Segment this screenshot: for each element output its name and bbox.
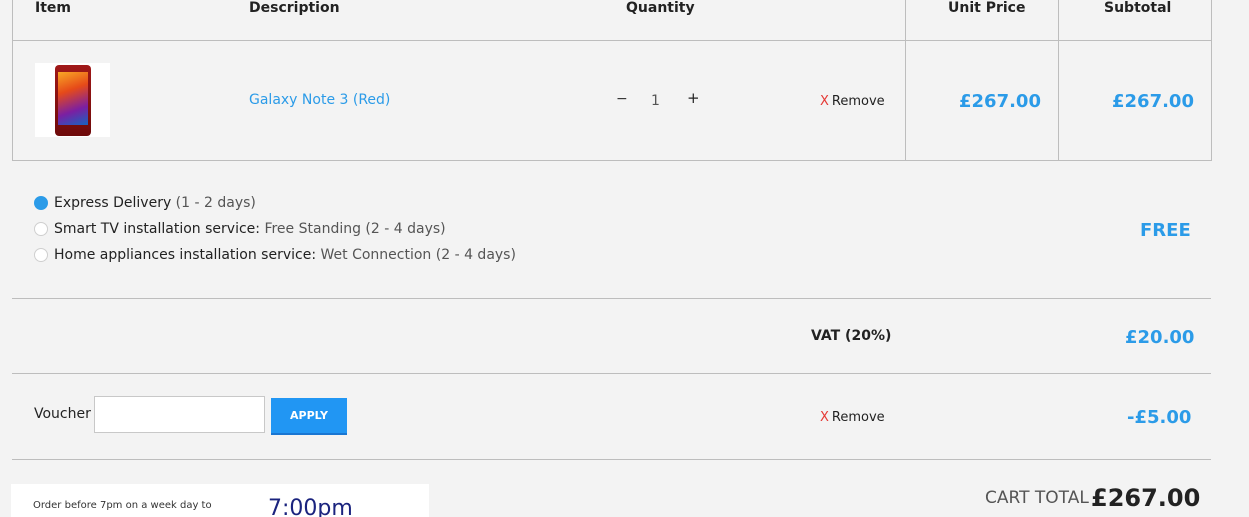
delivery-radio-express[interactable] xyxy=(34,196,48,210)
product-name-link[interactable]: Galaxy Note 3 (Red) xyxy=(249,92,390,108)
table-divider-subtotal xyxy=(1058,0,1059,161)
order-deadline-box: Order before 7pm on a week day to 7:00pm xyxy=(11,484,429,517)
order-deadline-time: 7:00pm xyxy=(268,496,353,517)
delivery-option-detail: (1 - 2 days) xyxy=(171,195,256,211)
header-quantity: Quantity xyxy=(626,0,695,16)
voucher-input[interactable] xyxy=(94,396,265,433)
delivery-option-title: Express Delivery xyxy=(54,195,172,211)
delivery-option-smart-tv[interactable]: Smart TV installation service: Free Stan… xyxy=(54,221,446,237)
header-item: Item xyxy=(35,0,71,16)
header-unit-price: Unit Price xyxy=(948,0,1026,16)
table-right-border xyxy=(1211,0,1212,161)
delivery-divider xyxy=(12,298,1211,299)
header-subtotal: Subtotal xyxy=(1104,0,1172,16)
remove-label: Remove xyxy=(831,410,885,425)
cart-total-value: £267.00 xyxy=(1091,484,1201,512)
remove-x-icon: X xyxy=(820,94,829,109)
voucher-remove-link[interactable]: X Remove xyxy=(820,410,885,425)
quantity-decrement-button[interactable]: − xyxy=(616,91,628,107)
subtotal-value: £267.00 xyxy=(1112,91,1194,112)
apply-voucher-button[interactable]: APPLY xyxy=(271,398,347,435)
cart-total-label: CART TOTAL xyxy=(985,488,1089,508)
voucher-value: -£5.00 xyxy=(1127,407,1192,428)
delivery-option-express[interactable]: Express Delivery (1 - 2 days) xyxy=(54,195,256,211)
delivery-option-title: Smart TV installation service: xyxy=(54,221,260,237)
product-remove-link[interactable]: X Remove xyxy=(820,94,885,109)
product-image[interactable] xyxy=(35,63,110,137)
order-deadline-text: Order before 7pm on a week day to xyxy=(33,500,212,511)
voucher-label: Voucher xyxy=(34,406,91,422)
vat-label: VAT (20%) xyxy=(811,328,892,344)
delivery-option-detail: Free Standing (2 - 4 days) xyxy=(260,221,446,237)
remove-label: Remove xyxy=(831,94,885,109)
delivery-option-home-appliances[interactable]: Home appliances installation service: We… xyxy=(54,247,516,263)
header-description: Description xyxy=(249,0,340,16)
delivery-option-title: Home appliances installation service: xyxy=(54,247,317,263)
quantity-value[interactable]: 1 xyxy=(651,93,660,109)
voucher-divider xyxy=(12,459,1211,460)
delivery-price: FREE xyxy=(1140,220,1191,241)
remove-x-icon: X xyxy=(820,410,829,425)
table-divider-unit xyxy=(905,0,906,161)
vat-value: £20.00 xyxy=(1125,327,1195,348)
header-divider xyxy=(12,40,1212,41)
delivery-radio-home-appliances[interactable] xyxy=(34,248,48,262)
unit-price-value: £267.00 xyxy=(959,91,1041,112)
vat-divider xyxy=(12,373,1211,374)
quantity-increment-button[interactable]: + xyxy=(687,89,700,107)
table-left-border xyxy=(12,0,13,161)
delivery-radio-smart-tv[interactable] xyxy=(34,222,48,236)
delivery-option-detail: Wet Connection (2 - 4 days) xyxy=(316,247,516,263)
row-divider xyxy=(12,160,1212,161)
